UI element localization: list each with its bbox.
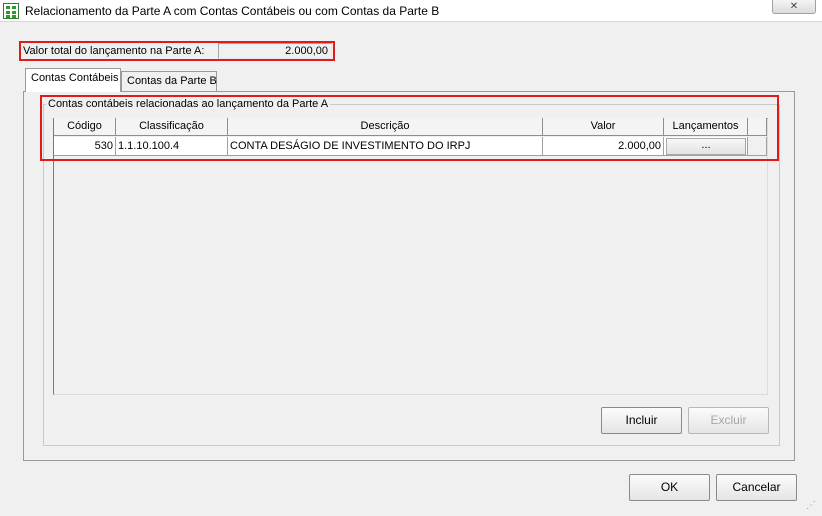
tab-contas-contabeis[interactable]: Contas Contábeis [25,68,121,92]
incluir-button[interactable]: Incluir [601,407,682,434]
group-highlight-box [40,95,779,161]
close-icon[interactable]: ✕ [772,0,816,14]
resize-grip-icon[interactable]: ⋰ [806,500,818,512]
cancelar-button[interactable]: Cancelar [716,474,797,501]
ok-button[interactable]: OK [629,474,710,501]
total-highlight-box [19,41,335,61]
window-title: Relacionamento da Parte A com Contas Con… [25,4,440,18]
tab-contas-parte-b[interactable]: Contas da Parte B [121,71,217,91]
spreadsheet-icon [3,3,19,19]
excluir-button[interactable]: Excluir [688,407,769,434]
